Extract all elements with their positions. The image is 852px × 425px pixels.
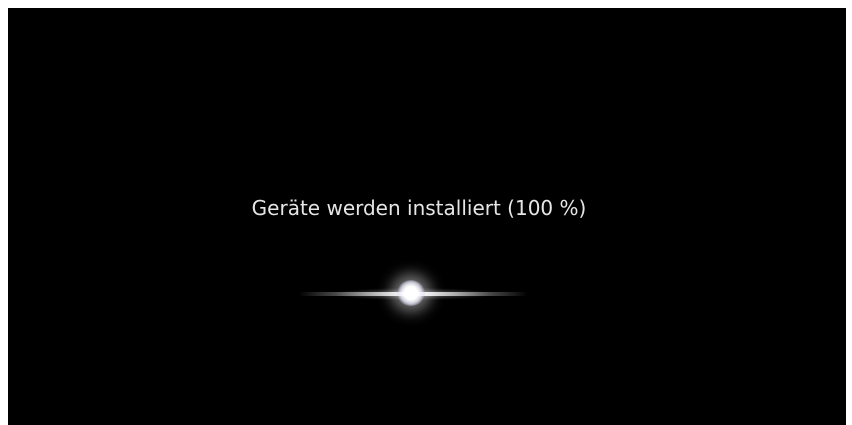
glowing-orb-spinner-icon xyxy=(298,270,528,318)
spinner-orb xyxy=(397,280,425,306)
window-frame: Geräte werden installiert (100 %) xyxy=(0,0,852,425)
setup-screen: Geräte werden installiert (100 %) xyxy=(8,8,846,425)
installation-status-text: Geräte werden installiert (100 %) xyxy=(251,196,587,220)
